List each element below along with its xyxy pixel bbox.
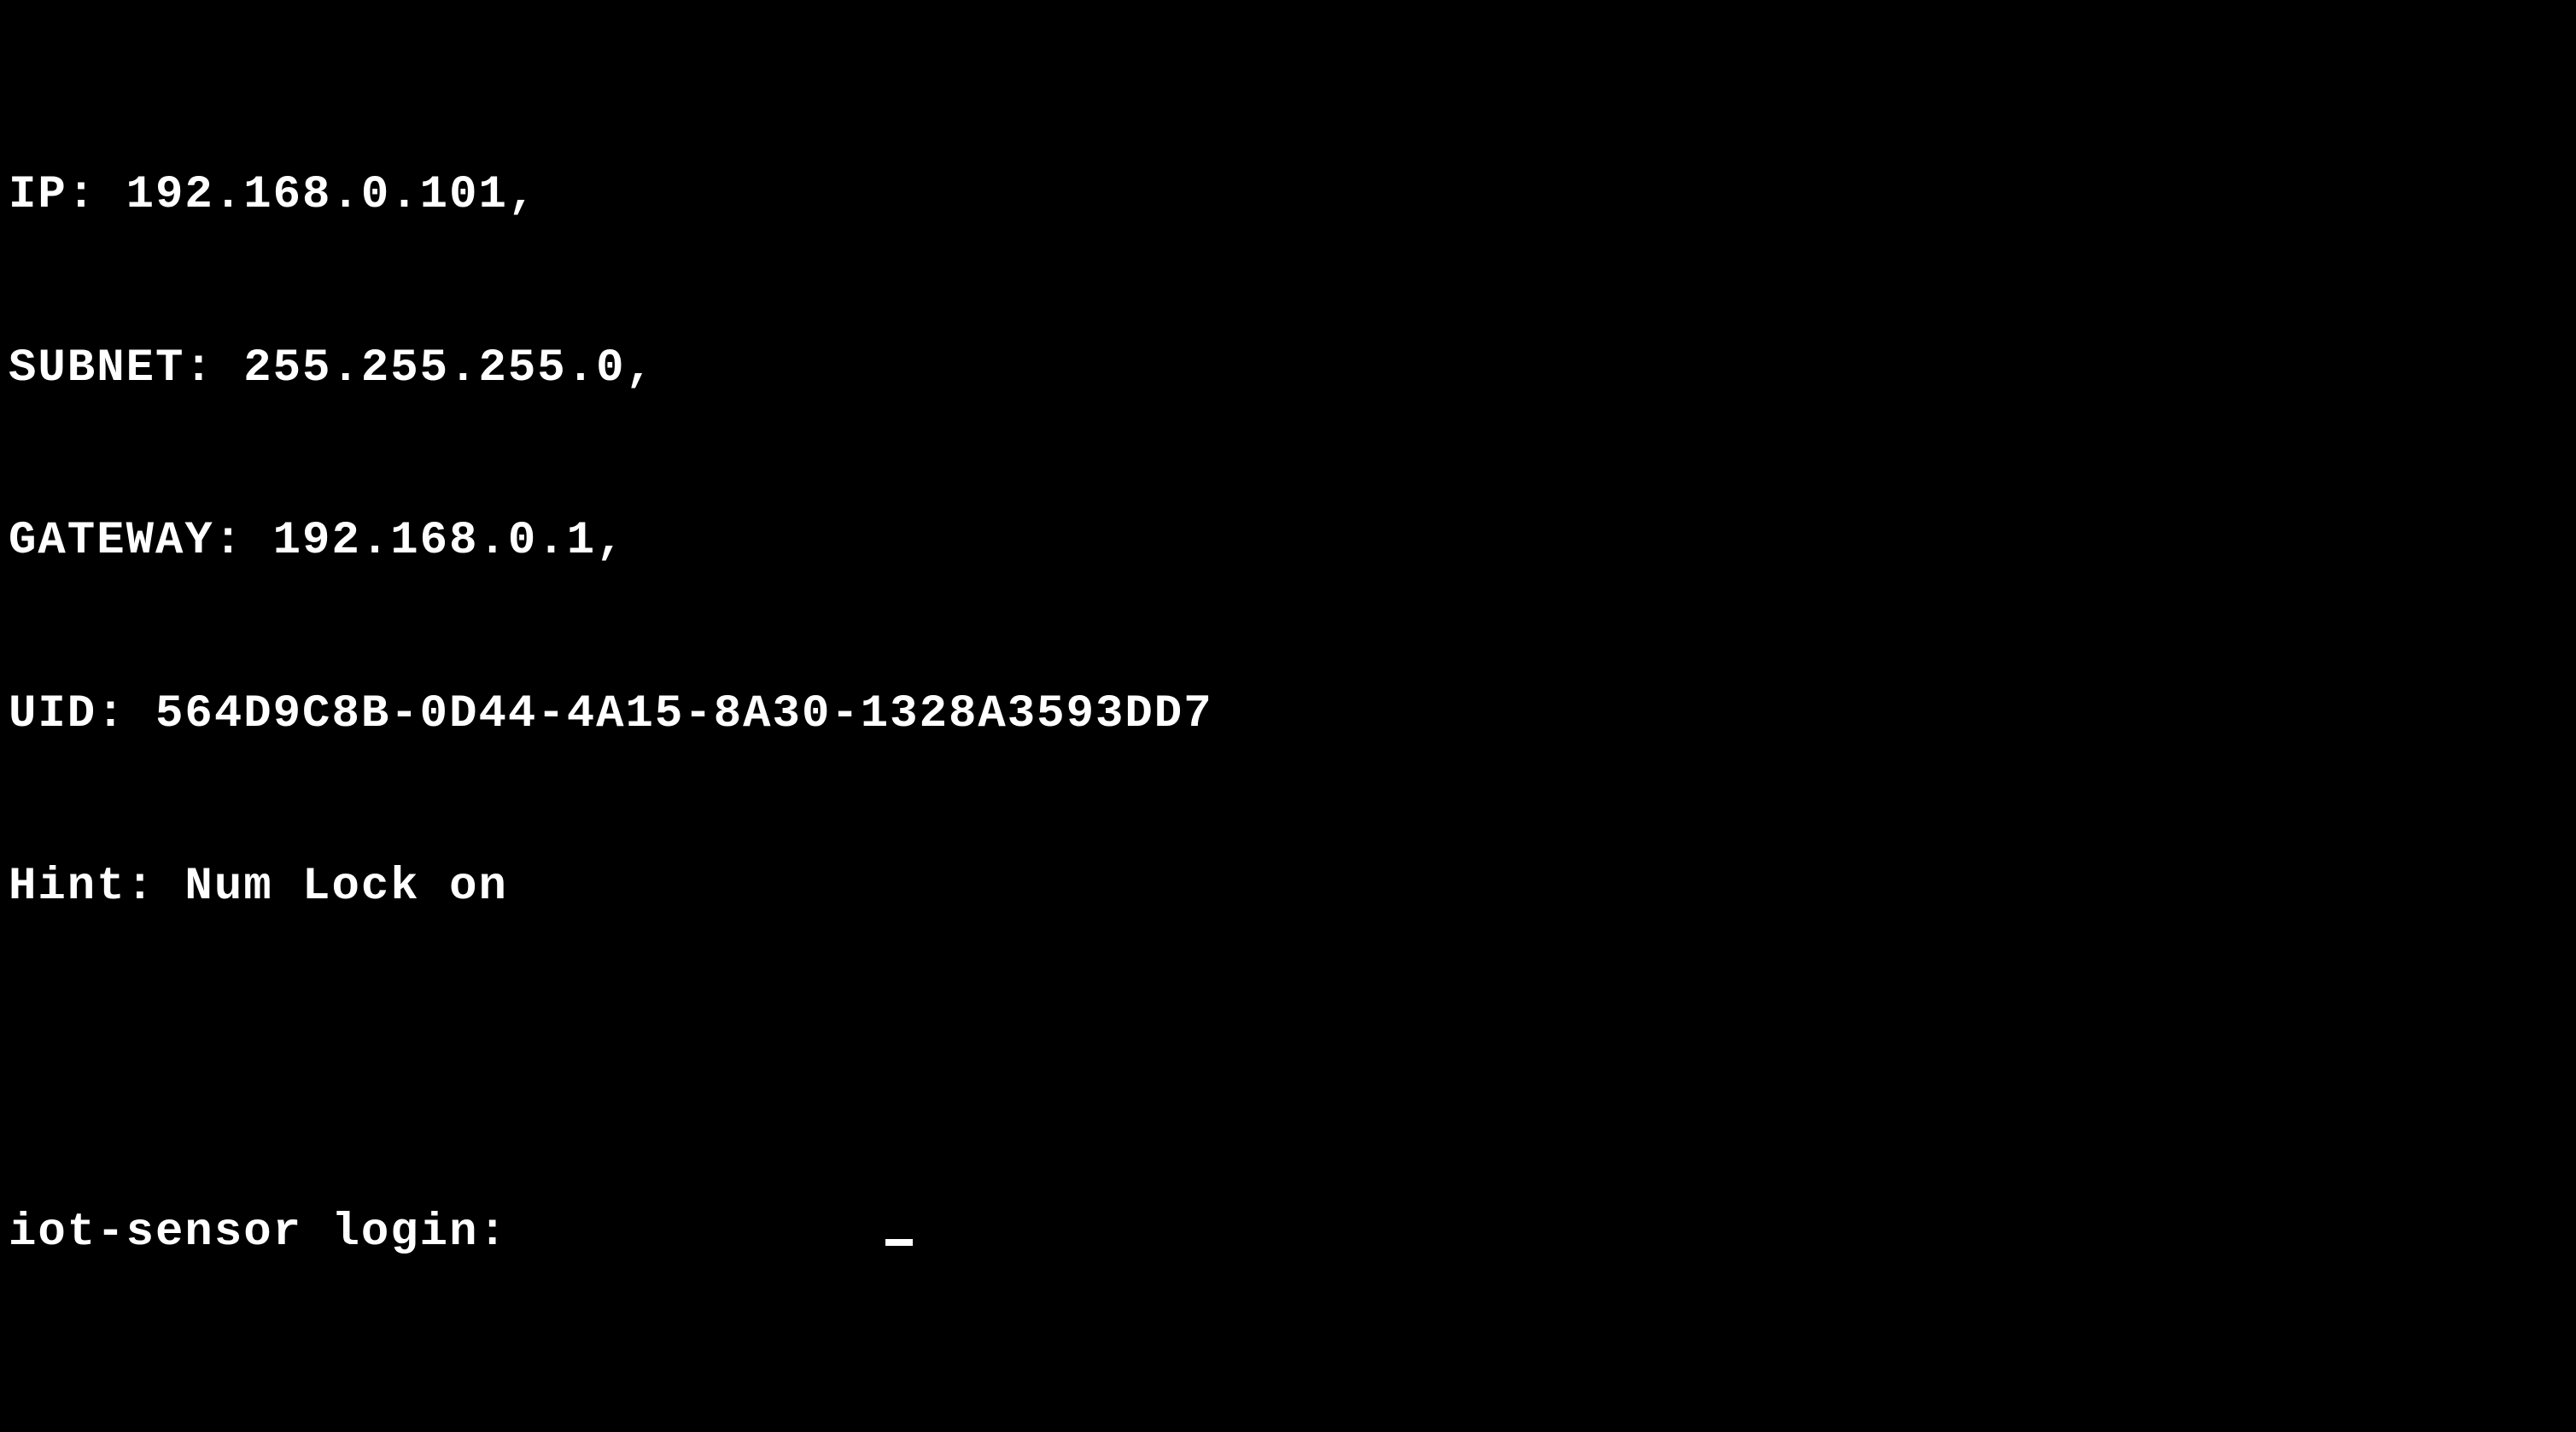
login-input[interactable] (537, 1207, 879, 1259)
subnet-mask-line: SUBNET: 255.255.255.0, (9, 340, 2567, 398)
text-cursor-icon (885, 1239, 913, 1246)
ip-address-line: IP: 192.168.0.101, (9, 167, 2567, 225)
terminal-screen: IP: 192.168.0.101, SUBNET: 255.255.255.0… (9, 51, 2567, 1319)
login-prompt-label: iot-sensor login: (9, 1204, 537, 1262)
login-prompt-line: iot-sensor login: (9, 1204, 2567, 1262)
uid-line: UID: 564D9C8B-0D44-4A15-8A30-1328A3593DD… (9, 686, 2567, 744)
blank-line (9, 1032, 2567, 1090)
hint-line: Hint: Num Lock on (9, 858, 2567, 916)
gateway-line: GATEWAY: 192.168.0.1, (9, 512, 2567, 570)
